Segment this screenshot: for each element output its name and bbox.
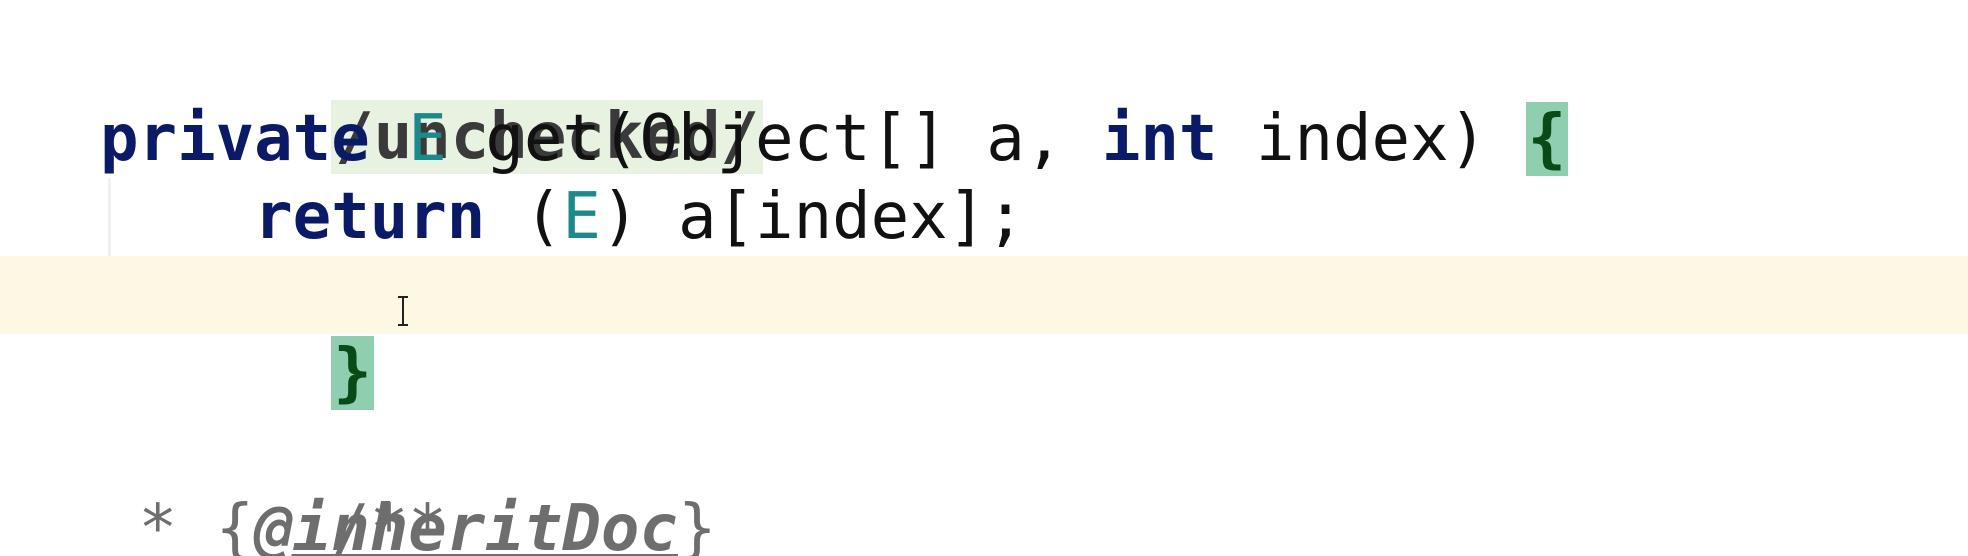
keyword-private: private xyxy=(100,102,370,176)
close-brace-highlight: } xyxy=(331,336,374,410)
method-name: get xyxy=(485,102,601,176)
keyword-int: int xyxy=(1101,102,1218,176)
code-line-return[interactable]: return (E) a[index]; xyxy=(0,178,1968,256)
param2-name: index xyxy=(1255,102,1449,176)
param1-name: a, xyxy=(986,102,1064,176)
keyword-return: return xyxy=(254,180,486,254)
cast-close-paren: ) xyxy=(600,180,640,254)
code-line-annotation[interactable]: /unchecked/ xyxy=(0,20,1968,174)
cast-open-paren: ( xyxy=(523,180,563,254)
inheritdoc-tag: @inheritDoc xyxy=(254,492,678,556)
code-line-doc-open[interactable]: /** xyxy=(0,412,1968,556)
doc-comment-suffix: } xyxy=(677,492,717,556)
doc-comment-prefix: * { xyxy=(100,492,255,556)
param1-type: Object[] xyxy=(639,102,948,176)
code-line-signature[interactable]: private E get(Object[] a, int index) { xyxy=(0,100,1968,178)
ibeam-cursor-icon xyxy=(398,296,408,326)
cast-type-e: E xyxy=(562,180,601,254)
open-brace-highlight: { xyxy=(1525,102,1569,176)
return-expression: a[index]; xyxy=(677,180,1025,254)
code-line-closing-current[interactable]: } xyxy=(0,256,1968,410)
code-editor[interactable]: /unchecked/ private E get(Object[] a, in… xyxy=(0,0,1968,556)
type-param-e: E xyxy=(408,102,447,176)
open-paren: ( xyxy=(600,102,640,176)
code-line-inheritdoc[interactable]: * {@inheritDoc} xyxy=(0,490,1968,556)
close-paren: ) xyxy=(1448,102,1488,176)
